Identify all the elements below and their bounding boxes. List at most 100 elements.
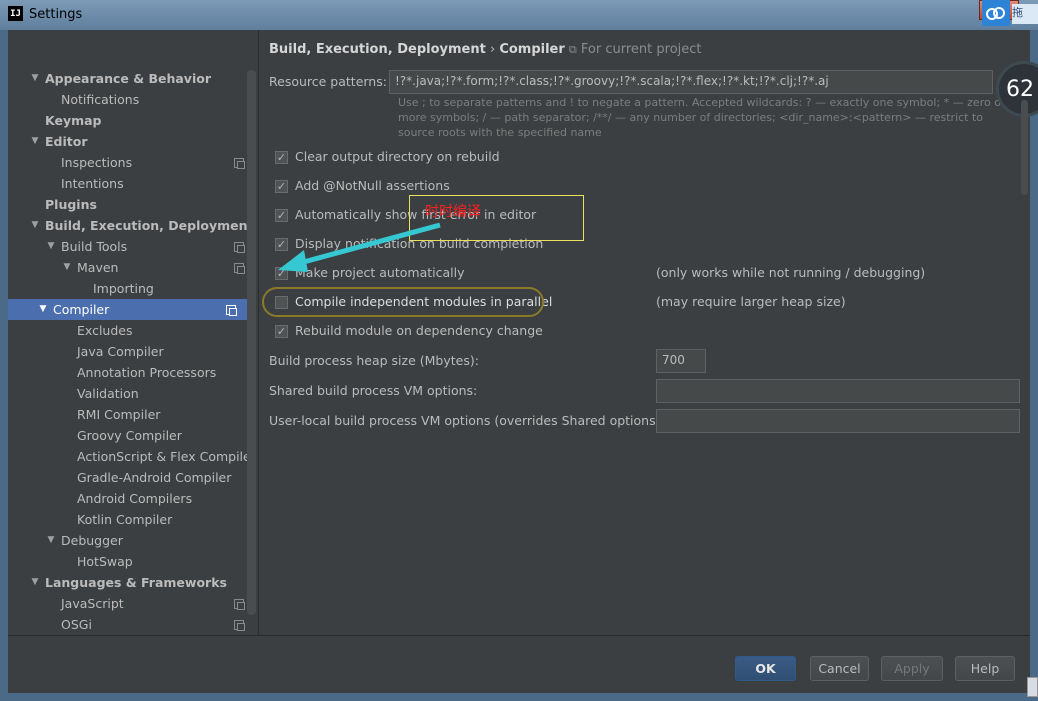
annotation-text: 时时编译: [425, 204, 481, 220]
tree-item-javascript[interactable]: JavaScript: [16, 593, 252, 614]
tree-item-hotswap[interactable]: HotSwap: [16, 551, 252, 572]
tree-item-label: Validation: [77, 386, 139, 401]
tree-item-label: Inspections: [61, 155, 133, 170]
side-tab[interactable]: 拖: [1012, 4, 1038, 24]
tree-item-gradle-android-compiler[interactable]: Gradle-Android Compiler: [16, 467, 252, 488]
tree-item-label: Android Compilers: [77, 491, 193, 506]
project-scope-icon: [226, 305, 237, 316]
checkbox-clear-output[interactable]: ✓: [275, 151, 288, 164]
tree-item-compiler[interactable]: ▼ Compiler: [8, 299, 252, 320]
tree-item-label: HotSwap: [77, 554, 133, 569]
tree-item-label: Appearance & Behavior: [45, 71, 211, 86]
annotation-arrow-icon: [278, 222, 441, 272]
tree-item-actionscript-flex-compiler[interactable]: ActionScript & Flex Compiler: [16, 446, 256, 467]
content-scrollbar[interactable]: [1021, 100, 1028, 195]
breadcrumb-separator: ›: [489, 42, 496, 57]
tree-item-label: Kotlin Compiler: [77, 512, 173, 527]
tree-item-inspections[interactable]: Inspections: [16, 152, 252, 173]
resize-grip[interactable]: [1027, 677, 1038, 697]
breadcrumb: Build, Execution, Deployment › Compiler …: [269, 42, 702, 57]
tree-item-label: Compiler: [53, 302, 110, 317]
tree-item-label: Maven: [77, 260, 119, 275]
user-vm-label: User-local build process VM options (ove…: [269, 413, 665, 428]
option-label: Add @NotNull assertions: [295, 178, 450, 193]
tree-item-build-execution-deployment[interactable]: ▼ Build, Execution, Deployment: [16, 215, 254, 236]
tree-item-label: Keymap: [45, 113, 102, 128]
tree-item-groovy-compiler[interactable]: Groovy Compiler: [16, 425, 252, 446]
tree-item-importing[interactable]: Importing: [16, 278, 252, 299]
shared-vm-label: Shared build process VM options:: [269, 383, 478, 398]
tree-item-debugger[interactable]: ▼ Debugger: [16, 530, 252, 551]
help-button[interactable]: Help: [955, 656, 1015, 681]
tree-item-label: Build, Execution, Deployment: [45, 218, 254, 233]
tree-item-label: Languages & Frameworks: [45, 575, 227, 590]
project-scope-icon: [234, 599, 245, 610]
tree-item-label: Editor: [45, 134, 88, 149]
option-label: Rebuild module on dependency change: [295, 323, 543, 338]
tree-item-editor[interactable]: ▼ Editor: [16, 131, 252, 152]
tree-item-rmi-compiler[interactable]: RMI Compiler: [16, 404, 252, 425]
tree-item-label: OSGi: [61, 617, 92, 632]
panel-divider[interactable]: [258, 30, 259, 635]
expand-arrow-icon[interactable]: ▼: [46, 236, 56, 257]
footer-separator: [8, 635, 1030, 636]
tree-item-label: Java Compiler: [77, 344, 164, 359]
checkbox-notnull-assertions[interactable]: ✓: [275, 180, 288, 193]
apply-button[interactable]: Apply: [881, 656, 943, 681]
tree-item-appearance-behavior[interactable]: ▼ Appearance & Behavior: [16, 68, 252, 89]
tree-item-annotation-processors[interactable]: Annotation Processors: [16, 362, 252, 383]
expand-arrow-icon[interactable]: ▼: [38, 299, 48, 320]
heap-size-input[interactable]: 700: [656, 349, 706, 373]
tree-item-keymap[interactable]: Keymap: [16, 110, 252, 131]
tree-item-kotlin-compiler[interactable]: Kotlin Compiler: [16, 509, 252, 530]
window-title: Settings: [29, 7, 83, 22]
tree-item-validation[interactable]: Validation: [16, 383, 252, 404]
highlight-oval: [262, 287, 544, 317]
expand-arrow-icon[interactable]: ▼: [30, 68, 40, 89]
shared-vm-input[interactable]: [656, 379, 1020, 403]
resource-patterns-help: Use ; to separate patterns and ! to nega…: [398, 96, 1006, 139]
user-vm-input[interactable]: [656, 409, 1020, 433]
option-label: Clear output directory on rebuild: [295, 149, 500, 164]
parallel-compile-note: (may require larger heap size): [656, 294, 846, 309]
ok-button[interactable]: OK: [735, 656, 796, 681]
tree-item-osgi[interactable]: OSGi: [16, 614, 252, 635]
tree-item-label: Build Tools: [61, 239, 128, 254]
tree-item-label: Gradle-Android Compiler: [77, 470, 232, 485]
tree-item-java-compiler[interactable]: Java Compiler: [16, 341, 252, 362]
tree-item-label: ActionScript & Flex Compiler: [77, 449, 256, 464]
tree-item-build-tools[interactable]: ▼ Build Tools: [16, 236, 252, 257]
sidebar-scrollbar[interactable]: [247, 70, 256, 615]
cancel-button[interactable]: Cancel: [810, 656, 869, 681]
tree-item-label: JavaScript: [61, 596, 124, 611]
tree-item-plugins[interactable]: Plugins: [16, 194, 252, 215]
project-scope-icon: [234, 263, 245, 274]
resource-patterns-input[interactable]: !?*.java;!?*.form;!?*.class;!?*.groovy;!…: [389, 70, 993, 94]
expand-arrow-icon[interactable]: ▼: [46, 530, 56, 551]
tree-item-android-compilers[interactable]: Android Compilers: [16, 488, 252, 509]
cloud-sync-icon[interactable]: [982, 0, 1010, 26]
settings-tree: ▼ Appearance & Behavior Notifications Ke…: [8, 30, 258, 635]
expand-arrow-icon[interactable]: ▼: [30, 131, 40, 152]
title-bar: [0, 0, 1038, 30]
tree-item-label: RMI Compiler: [77, 407, 161, 422]
tree-item-label: Intentions: [61, 176, 124, 191]
tree-item-intentions[interactable]: Intentions: [16, 173, 252, 194]
make-automatically-note: (only works while not running / debuggin…: [656, 265, 926, 280]
tree-item-label: Notifications: [61, 92, 140, 107]
tree-item-languages-frameworks[interactable]: ▼ Languages & Frameworks: [16, 572, 252, 593]
tree-item-excludes[interactable]: Excludes: [16, 320, 252, 341]
expand-arrow-icon[interactable]: ▼: [30, 572, 40, 593]
project-scope-icon: [234, 158, 245, 169]
heap-size-label: Build process heap size (Mbytes):: [269, 353, 479, 368]
breadcrumb-page: Compiler: [499, 42, 565, 57]
checkbox-rebuild-on-dependency[interactable]: ✓: [275, 325, 288, 338]
tree-item-label: Annotation Processors: [77, 365, 217, 380]
expand-arrow-icon[interactable]: ▼: [62, 257, 72, 278]
breadcrumb-scope: For current project: [580, 42, 702, 57]
tree-item-maven[interactable]: ▼ Maven: [16, 257, 252, 278]
expand-arrow-icon[interactable]: ▼: [30, 215, 40, 236]
tree-item-label: Plugins: [45, 197, 97, 212]
tree-item-notifications[interactable]: Notifications: [16, 89, 252, 110]
tree-item-label: Debugger: [61, 533, 123, 548]
